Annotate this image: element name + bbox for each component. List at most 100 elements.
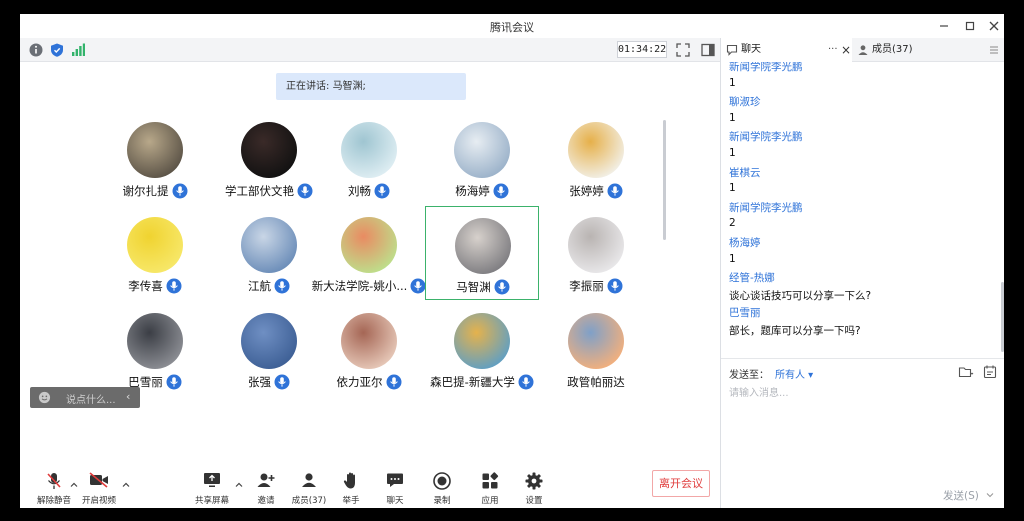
participant-tile-active[interactable]: 马智渊 [425, 206, 539, 300]
chat-message-text: 1 [729, 111, 736, 124]
settings-label: 设置 [525, 496, 543, 506]
folder-icon[interactable] [958, 364, 974, 380]
participant-name: 张婷婷 [569, 184, 604, 198]
participant-tile[interactable]: 张婷婷 [539, 111, 653, 205]
chat-sender-name: 聊淑珍 [729, 96, 761, 109]
record-icon [433, 472, 451, 490]
title-bar: 腾讯会议 [20, 14, 1004, 38]
close-button[interactable] [982, 14, 1004, 38]
bottom-toolbar: 解除静音 开启视频 共享屏幕 邀请 成员(37) 举手 聊天 录制 应用 设置 [20, 466, 720, 508]
participant-tile[interactable]: 依力亚尔 [312, 302, 426, 396]
participant-tile[interactable]: 新大法学院-姚小... [312, 206, 426, 300]
participant-tile[interactable]: 杨海婷 [425, 111, 539, 205]
participant-tile[interactable]: 政管帕丽达 [539, 302, 653, 396]
avatar [454, 122, 510, 178]
chat-sender-name: 经管-热娜 [729, 272, 775, 285]
chat-sender-name: 崔棋云 [729, 166, 761, 179]
avatar [341, 313, 397, 369]
start-video-button[interactable]: 开启视频 [75, 466, 123, 508]
say-something-box[interactable]: 说点什么... ‹ [30, 387, 140, 408]
video-off-icon [89, 472, 108, 488]
screenshot-icon[interactable] [982, 364, 998, 380]
participant-name: 江航 [248, 279, 271, 293]
settings-button[interactable]: 设置 [510, 466, 558, 508]
mic-icon [166, 374, 182, 390]
chat-sender-name: 杨海婷 [729, 237, 761, 249]
chat-sender-name: 新闻学院李光鹏 [729, 62, 803, 73]
avatar [241, 217, 297, 273]
participant-tile[interactable]: 李传喜 [98, 206, 212, 300]
tab-chat[interactable]: 聊天 ··· × [721, 38, 852, 62]
share-screen-button[interactable]: 共享屏幕 [188, 466, 236, 508]
close-chat-icon[interactable]: × [841, 38, 851, 62]
avatar [127, 217, 183, 273]
chat-scrollbar[interactable] [1001, 282, 1004, 352]
chat-sender-name: 新闻学院李光鹏 [729, 201, 803, 214]
mic-icon [386, 374, 401, 390]
signal-icon[interactable] [70, 42, 86, 58]
person-icon [858, 45, 868, 55]
mic-icon [166, 278, 182, 294]
close-icon [989, 21, 999, 31]
send-to-select[interactable]: 所有人 ▾ [775, 366, 813, 381]
apps-icon [482, 472, 499, 489]
participant-tile[interactable]: 李振丽 [539, 206, 653, 300]
chevron-left-icon[interactable]: ‹ [126, 390, 130, 403]
participant-tile[interactable]: 谢尔扎提 [98, 111, 212, 205]
send-button[interactable]: 发送(S) [943, 488, 979, 503]
tab-members[interactable]: 成员(37) [853, 38, 983, 62]
panel-tabs: 聊天 ··· × 成员(37) [721, 38, 1004, 62]
chat-message-text: 1 [729, 76, 736, 89]
chat-message-text: 谈心谈话技巧可以分享一下么? [729, 289, 872, 302]
shield-icon[interactable] [49, 42, 65, 58]
chat-sender-name: 巴雪丽 [729, 307, 761, 320]
chat-message-list[interactable]: 新闻学院李光鹏 1 聊淑珍 1 新闻学院李光鹏 1 崔棋云 1 新闻学院李光鹏 2 杨海婷 1 经管-热… [721, 62, 1004, 362]
grid-scrollbar[interactable] [663, 120, 666, 240]
participant-name: 依力亚尔 [336, 375, 383, 389]
avatar [241, 313, 297, 369]
participant-name: 杨海婷 [455, 184, 490, 198]
mic-muted-icon [47, 473, 61, 489]
say-something-placeholder: 说点什么... [66, 395, 116, 406]
chevron-up-icon[interactable] [121, 480, 131, 490]
chat-icon [387, 473, 403, 487]
chat-input[interactable] [729, 384, 997, 484]
participant-name-row: 政管帕丽达 [527, 374, 665, 390]
gear-icon [525, 472, 543, 490]
members-icon [302, 473, 316, 487]
meeting-info-bar: 01:34:22 [20, 38, 720, 62]
raise-hand-icon [343, 472, 355, 489]
tab-members-label: 成员(37) [872, 44, 913, 55]
avatar [127, 122, 183, 178]
speaking-prefix: 正在讲话: [286, 81, 333, 92]
participant-name: 政管帕丽达 [567, 375, 625, 389]
more-options-icon[interactable]: ··· [828, 38, 838, 62]
mic-icon [374, 183, 390, 199]
maximize-button[interactable] [958, 14, 982, 38]
mic-icon [607, 278, 623, 294]
fullscreen-icon[interactable] [675, 42, 691, 58]
participant-name: 谢尔扎提 [122, 184, 169, 198]
mic-icon [172, 183, 187, 199]
participant-tile[interactable]: 刘畅 [312, 111, 426, 205]
info-icon[interactable] [28, 42, 44, 58]
tab-chat-label: 聊天 [741, 44, 761, 55]
menu-icon[interactable] [988, 44, 1000, 56]
participant-name-row: 张婷婷 [527, 183, 665, 199]
send-to-label: 发送至： [729, 370, 769, 381]
chevron-down-icon[interactable] [985, 490, 995, 500]
participant-tile[interactable]: 森巴提-新疆大学 [425, 302, 539, 396]
panel-divider [721, 358, 1004, 359]
smile-icon[interactable] [38, 391, 51, 404]
minimize-button[interactable] [932, 14, 956, 38]
maximize-icon [965, 21, 975, 31]
layout-icon[interactable] [700, 42, 716, 58]
window-title: 腾讯会议 [490, 21, 534, 34]
meeting-timer: 01:34:22 [617, 41, 667, 58]
leave-meeting-button[interactable]: 离开会议 [652, 470, 710, 497]
record-button[interactable]: 录制 [418, 466, 466, 508]
participant-name: 学工部伏文艳 [225, 184, 294, 198]
participant-tile[interactable]: 巴雪丽 [98, 302, 212, 396]
chat-icon [726, 44, 738, 56]
meeting-window: 腾讯会议 01:34:22 正在讲话: 马智渊; 谢尔扎提 学工部伏文艳 刘畅 杨海婷… [20, 14, 1004, 508]
